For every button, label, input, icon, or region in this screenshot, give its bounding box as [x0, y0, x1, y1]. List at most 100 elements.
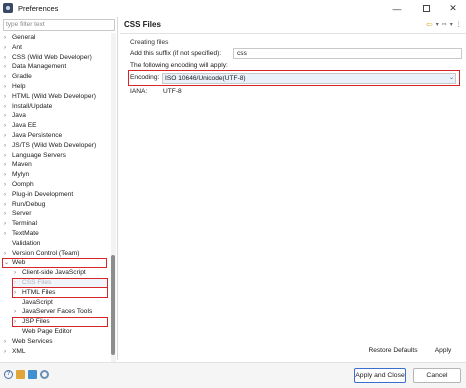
tree-item[interactable]: › XML	[4, 347, 26, 357]
page-title: CSS Files	[124, 20, 161, 29]
forward-dropdown-icon[interactable]: ▾	[450, 21, 453, 28]
tree-item[interactable]: › Web Services	[4, 337, 53, 347]
preference-tree-pane: type filter text › General › Ant › CSS (Wild …	[0, 17, 118, 373]
back-icon[interactable]: ⇦	[426, 20, 433, 29]
chevron-down-icon[interactable]: ⌄	[449, 74, 454, 81]
tree-item[interactable]: › Language Servers	[4, 151, 66, 161]
tree-item[interactable]: › TextMate	[4, 229, 39, 239]
chevron-icon[interactable]: ›	[4, 53, 12, 63]
export-icon[interactable]	[28, 370, 37, 379]
tree-item[interactable]: › Terminal	[4, 219, 37, 229]
chevron-icon[interactable]: ›	[4, 160, 12, 170]
page-nav: ⇦ ▾ ⇨ ▾ ⋮	[426, 20, 462, 29]
tree-item-label: JavaScript	[22, 298, 53, 306]
tree-item[interactable]: Web Page Editor	[14, 327, 72, 337]
tree-item[interactable]: › Data Management	[4, 62, 66, 72]
tree-item-label: Server	[12, 210, 32, 218]
apply-button[interactable]: Apply	[425, 345, 461, 357]
tree-item-label: Terminal	[12, 220, 37, 228]
tree-item[interactable]: › JS/TS (Wild Web Developer)	[4, 141, 96, 151]
restore-defaults-button[interactable]: Restore Defaults	[365, 345, 421, 357]
eclipse-app-icon	[3, 3, 13, 13]
tree-item[interactable]: › Gradle	[4, 72, 32, 82]
tree-item[interactable]: › Ant	[4, 43, 22, 53]
tree-item-label: Gradle	[12, 73, 32, 81]
chevron-icon[interactable]: ›	[4, 209, 12, 219]
tree-item[interactable]: › Maven	[4, 160, 32, 170]
iana-label: IANA:	[130, 88, 148, 95]
cancel-button[interactable]: Cancel	[413, 368, 461, 383]
chevron-icon[interactable]: ›	[4, 229, 12, 239]
tree-item-label: General	[12, 34, 36, 41]
tree-item-label: JavaServer Faces Tools	[22, 308, 93, 316]
chevron-icon[interactable]: ›	[4, 33, 12, 43]
chevron-icon[interactable]: ›	[4, 337, 12, 347]
tree-item[interactable]: › Help	[4, 82, 26, 92]
tree-item[interactable]: JavaScript	[14, 298, 53, 308]
maximize-button[interactable]	[413, 0, 439, 17]
filter-input[interactable]: type filter text	[3, 19, 115, 31]
chevron-icon[interactable]: ›	[4, 111, 12, 121]
tree-scrollbar-thumb[interactable]	[111, 255, 115, 355]
tree-item-label: Oomph	[12, 181, 34, 188]
tree-item[interactable]: › Java	[4, 111, 26, 121]
tree-item-label: Language Servers	[12, 151, 66, 159]
chevron-icon[interactable]: ›	[4, 180, 12, 190]
chevron-icon[interactable]: ›	[4, 102, 12, 112]
tree-item[interactable]: › General	[4, 33, 35, 43]
tree-item[interactable]: › Plug-in Development	[4, 190, 73, 200]
chevron-icon[interactable]: ›	[4, 170, 12, 180]
import-icon[interactable]	[16, 370, 25, 379]
tree-item-label: Install/Update	[12, 102, 53, 110]
chevron-icon[interactable]: ›	[4, 200, 12, 210]
tree-item[interactable]: › CSS (Wild Web Developer)	[4, 53, 92, 63]
back-dropdown-icon[interactable]: ▾	[436, 21, 439, 28]
encoding-combo[interactable]: ISO 10646/Unicode(UTF-8)	[162, 73, 456, 84]
tree-item[interactable]: › Run/Debug	[4, 200, 45, 210]
oomph-settings-icon[interactable]	[40, 370, 49, 379]
tree-item-label: Java EE	[12, 122, 37, 130]
forward-icon[interactable]: ⇨	[442, 21, 447, 28]
tree-item[interactable]: › Java EE	[4, 121, 37, 131]
tree-item-label: Web Services	[12, 337, 53, 345]
tree-item-label: Data Management	[12, 63, 67, 71]
tree-item[interactable]: › Install/Update	[4, 102, 52, 112]
tree-item-label: Client-side JavaScript	[22, 269, 86, 277]
tree-item[interactable]: › Java Persistence	[4, 131, 62, 141]
help-icon[interactable]: ?	[4, 370, 13, 379]
highlight-box	[12, 316, 108, 328]
tree-item-label: TextMate	[12, 230, 39, 237]
tree-item[interactable]: Validation	[4, 239, 40, 249]
chevron-icon[interactable]: ›	[4, 151, 12, 161]
minimize-button[interactable]: —	[384, 0, 410, 17]
tree-item-label: Validation	[12, 239, 41, 247]
chevron-icon[interactable]: ›	[4, 347, 12, 357]
tree-item-label: Maven	[12, 161, 32, 169]
chevron-icon[interactable]: ›	[4, 62, 12, 72]
tree-item[interactable]: › Oomph	[4, 180, 34, 190]
suffix-field[interactable]: css	[233, 48, 462, 59]
view-menu-icon[interactable]: ⋮	[456, 21, 462, 28]
chevron-icon[interactable]: ›	[4, 43, 12, 53]
preference-tree: › General › Ant › CSS (Wild Web Developer) › Da…	[0, 33, 113, 360]
chevron-icon[interactable]: ›	[4, 219, 12, 229]
chevron-icon[interactable]: ›	[4, 82, 12, 92]
close-button[interactable]: ✕	[440, 0, 466, 17]
tree-item-label: HTML (Wild Web Developer)	[12, 92, 96, 100]
chevron-icon[interactable]: ›	[4, 190, 12, 200]
tree-item[interactable]: › Mylyn	[4, 170, 29, 180]
tree-item[interactable]: › Server	[4, 209, 31, 219]
title-bar: Preferences — ✕	[0, 0, 466, 17]
apply-and-close-button[interactable]: Apply and Close	[354, 368, 406, 383]
chevron-icon[interactable]: ›	[4, 92, 12, 102]
encoding-note: The following encoding will apply:	[130, 62, 228, 69]
tree-item[interactable]: › HTML (Wild Web Developer)	[4, 92, 96, 102]
chevron-icon[interactable]: ›	[4, 131, 12, 141]
suffix-label: Add this suffix (if not specified):	[130, 50, 222, 57]
chevron-icon[interactable]: ›	[4, 121, 12, 131]
iana-value: UTF-8	[163, 88, 182, 95]
chevron-icon[interactable]: ›	[4, 72, 12, 82]
tree-item-label: Java	[12, 112, 26, 120]
chevron-icon[interactable]: ›	[4, 141, 12, 151]
tree-item-label: Plug-in Development	[12, 190, 74, 198]
